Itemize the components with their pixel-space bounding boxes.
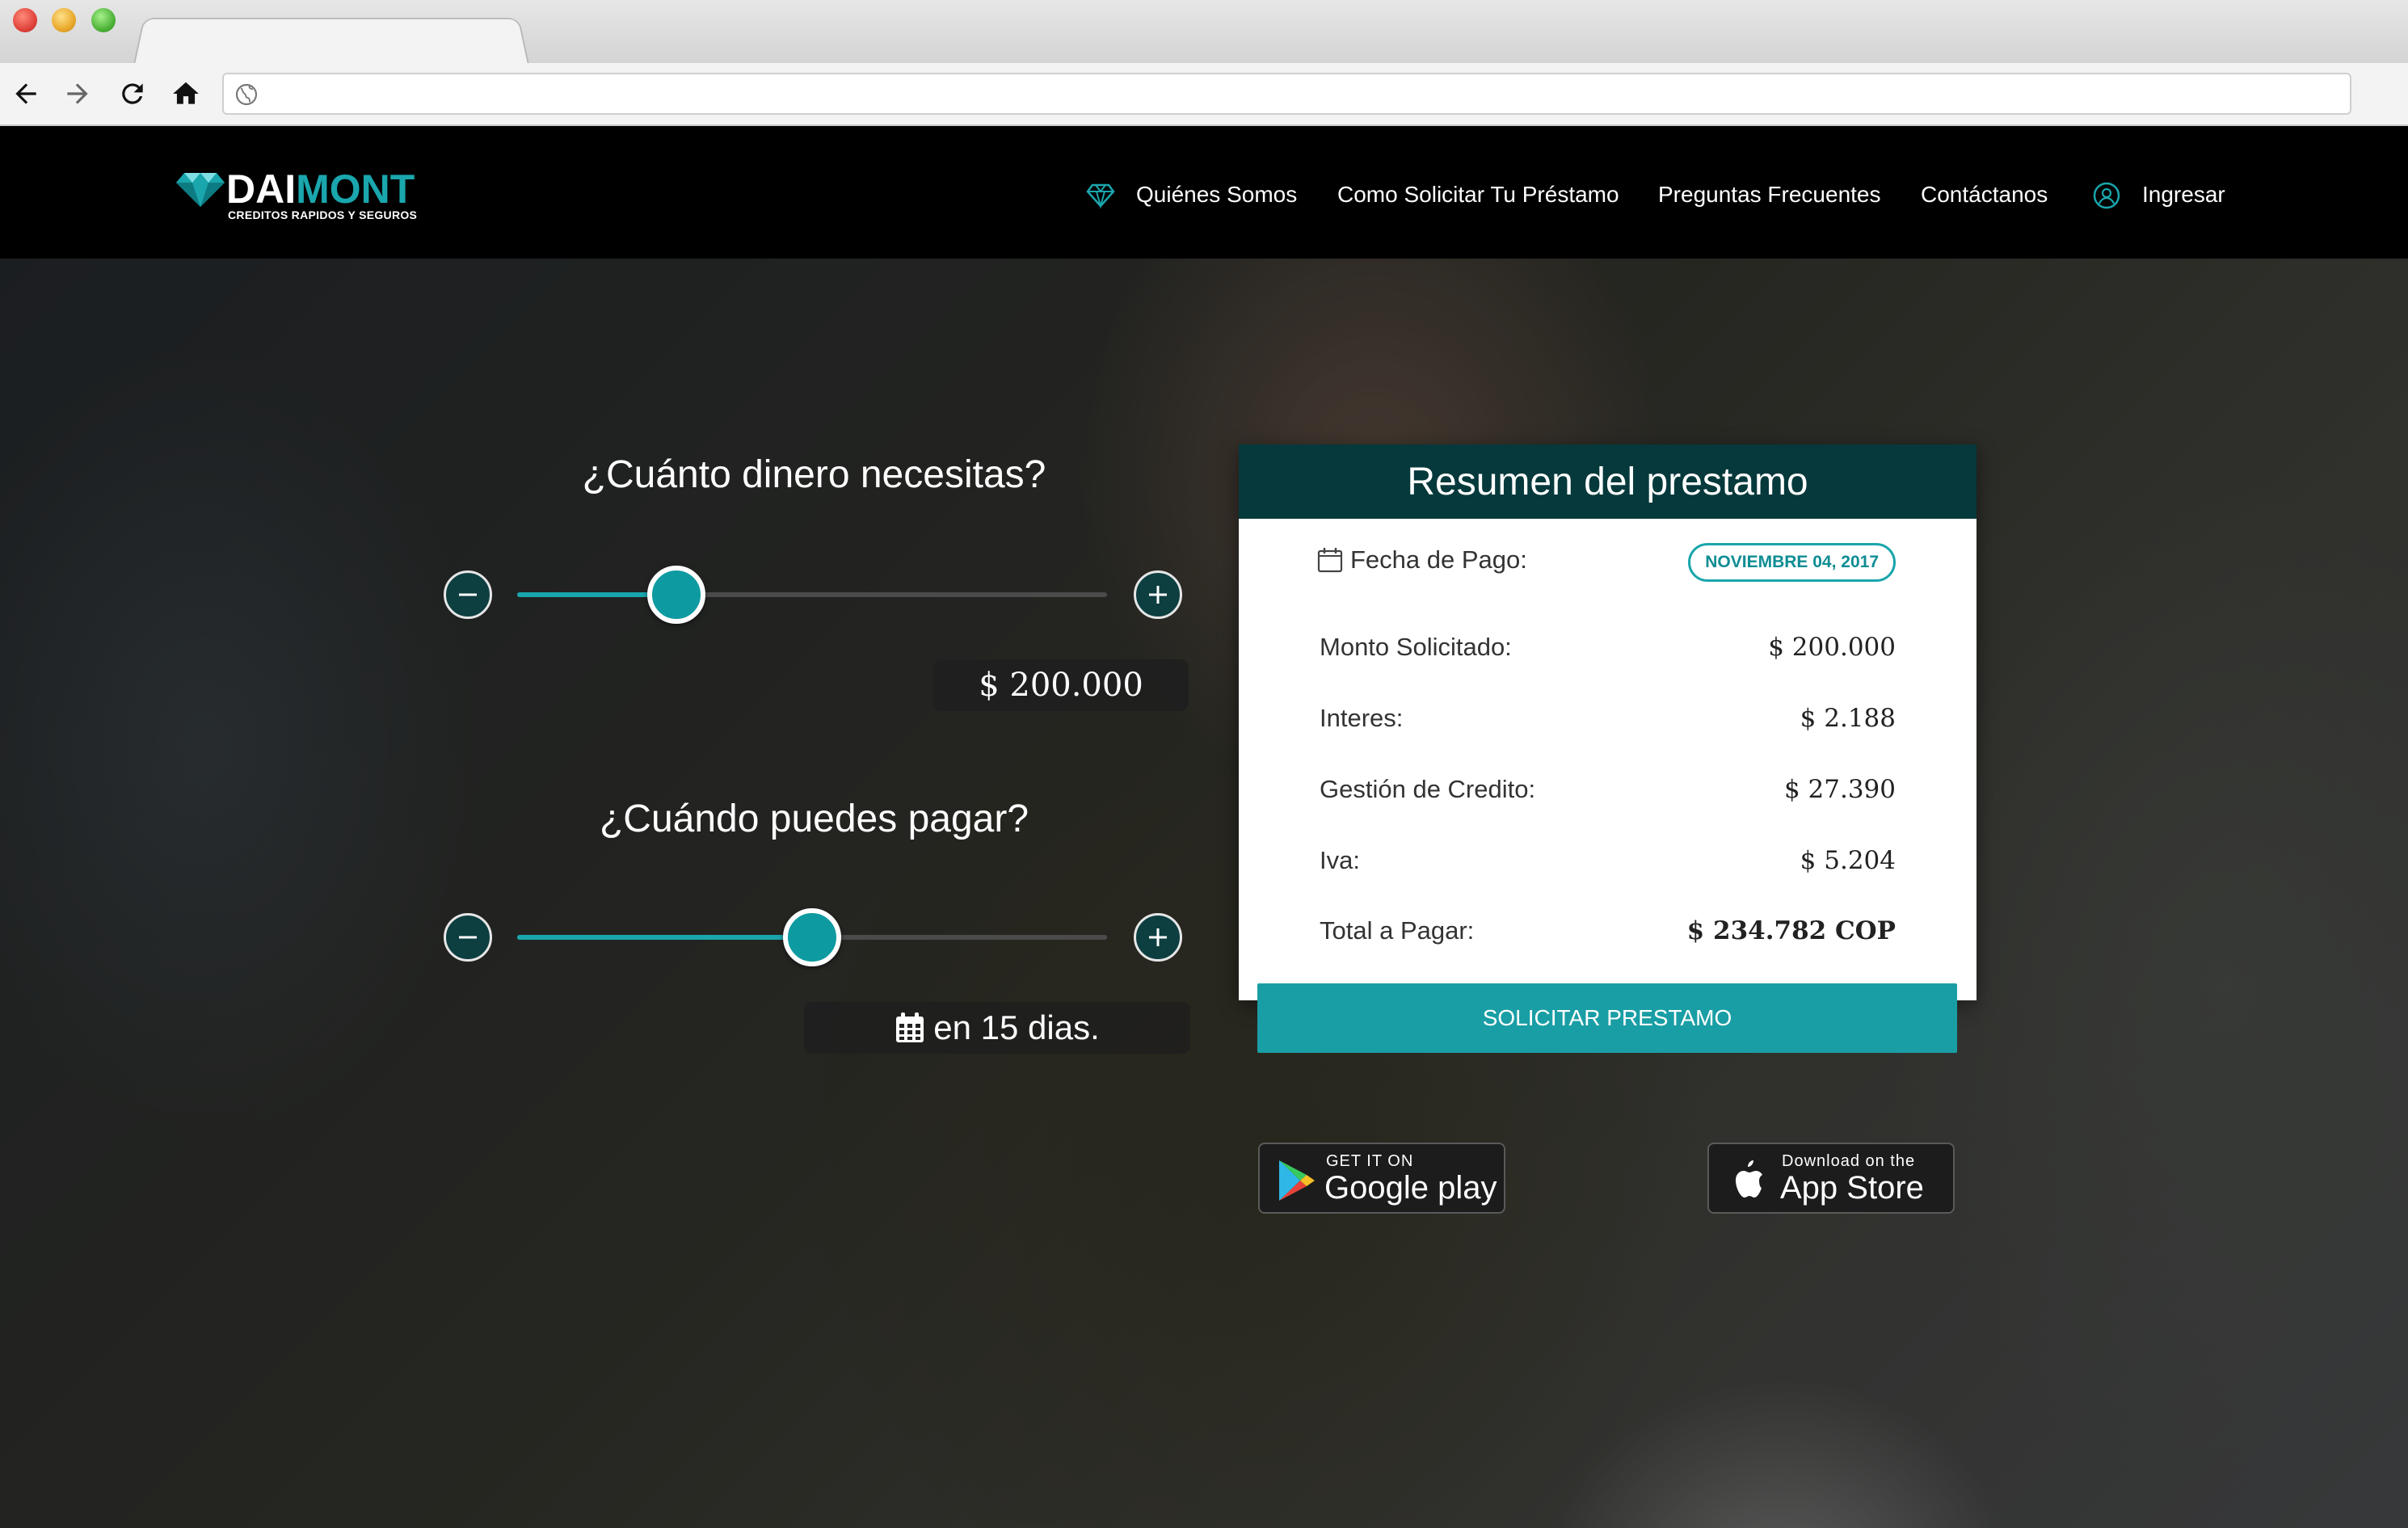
plus-icon [1149, 928, 1167, 946]
row-value: $ 27.390 [1783, 775, 1896, 804]
browser-titlebar [0, 0, 2408, 65]
reload-icon [122, 83, 143, 104]
date-label: Fecha de Pago: [1316, 540, 1527, 580]
term-slider-thumb[interactable] [783, 908, 841, 966]
term-value-text: en 15 dias. [933, 1008, 1100, 1046]
amount-slider-thumb[interactable] [647, 566, 705, 624]
amount-increase-button[interactable] [1134, 570, 1182, 619]
browser-tab[interactable] [133, 18, 529, 65]
summary-title: Resumen del prestamo [1239, 444, 1976, 519]
term-increase-button[interactable] [1134, 913, 1182, 962]
solicitar-prestamo-button[interactable]: SOLICITAR PRESTAMO [1257, 983, 1957, 1053]
row-value: $ 2.188 [1800, 704, 1896, 733]
arrow-right-icon [67, 83, 88, 104]
row-label: Gestión de Credito: [1320, 775, 1536, 803]
term-question: ¿Cuándo puedes pagar? [599, 798, 1029, 840]
globe-icon [235, 83, 258, 106]
total-value: $ 234.782 COP [1686, 916, 1896, 945]
back-button[interactable] [8, 76, 44, 112]
hero-background-image [0, 259, 2408, 1528]
arrow-left-icon [15, 83, 36, 104]
amount-slider-track[interactable] [517, 592, 1107, 597]
row-label: Monto Solicitado: [1320, 633, 1512, 661]
row-label: Total a Pagar: [1320, 916, 1475, 945]
payment-date-badge: NOVIEMBRE 04, 2017 [1688, 543, 1896, 582]
page: DAIMONT CREDITOS RAPIDOS Y SEGUROS Quién… [0, 126, 2408, 1528]
amount-value-text: $ 200.000 [979, 667, 1143, 704]
google-play-large-text: Google play [1324, 1170, 1497, 1206]
summary-row-gestion: Gestión de Credito: $ 27.390 [1239, 769, 1976, 810]
amount-question: ¿Cuánto dinero necesitas? [582, 453, 1046, 496]
nav-ingresar[interactable]: Ingresar [2142, 175, 2225, 215]
nav-contactanos[interactable]: Contáctanos [1921, 175, 2048, 215]
minus-icon [459, 936, 477, 939]
nav-preguntas-frecuentes[interactable]: Preguntas Frecuentes [1658, 175, 1881, 215]
reload-button[interactable] [115, 76, 150, 112]
summary-row-iva: Iva: $ 5.204 [1239, 840, 1976, 881]
row-label: Iva: [1320, 846, 1360, 874]
app-store-badge[interactable]: Download on the App Store [1707, 1143, 1955, 1214]
amount-value-display: $ 200.000 [933, 659, 1189, 711]
address-bar[interactable] [222, 73, 2351, 115]
forward-button[interactable] [60, 76, 95, 112]
main-nav: Quiénes Somos Como Solicitar Tu Préstamo… [0, 175, 2408, 215]
google-play-badge[interactable]: GET IT ON Google play [1258, 1143, 1505, 1214]
row-label: Interes: [1320, 704, 1404, 732]
site-header: DAIMONT CREDITOS RAPIDOS Y SEGUROS Quién… [0, 126, 2408, 259]
calendar-outline-icon [1317, 548, 1343, 573]
term-decrease-button[interactable] [444, 913, 492, 962]
summary-date-row: Fecha de Pago: NOVIEMBRE 04, 2017 [1239, 540, 1976, 582]
summary-row-monto: Monto Solicitado: $ 200.000 [1239, 627, 1976, 667]
loan-summary-card: Resumen del prestamo Fecha de Pago: NOVI… [1239, 444, 1976, 1000]
date-label-text: Fecha de Pago: [1350, 545, 1527, 574]
nav-como-solicitar[interactable]: Como Solicitar Tu Préstamo [1337, 175, 1619, 215]
browser-toolbar [0, 63, 2408, 126]
calendar-icon [896, 1012, 924, 1042]
minus-icon [459, 593, 477, 596]
apple-icon [1736, 1160, 1762, 1198]
diamond-icon [1086, 183, 1115, 209]
home-button[interactable] [168, 76, 204, 112]
amount-decrease-button[interactable] [444, 570, 492, 619]
row-value: $ 5.204 [1800, 846, 1896, 875]
maximize-window-button[interactable] [91, 8, 116, 32]
home-icon [173, 82, 199, 104]
plus-icon [1149, 586, 1167, 604]
google-play-icon [1279, 1160, 1315, 1201]
term-slider-fill [517, 935, 812, 940]
close-window-button[interactable] [13, 8, 37, 32]
google-play-small-text: GET IT ON [1326, 1152, 1414, 1170]
term-value-display: en 15 dias. [804, 1002, 1190, 1054]
user-circle-icon [2093, 182, 2120, 209]
summary-row-interes: Interes: $ 2.188 [1239, 698, 1976, 739]
row-value: $ 200.000 [1768, 633, 1896, 662]
app-store-small-text: Download on the [1782, 1152, 1916, 1170]
app-store-large-text: App Store [1780, 1170, 1924, 1206]
minimize-window-button[interactable] [52, 8, 76, 32]
nav-quienes-somos[interactable]: Quiénes Somos [1136, 175, 1297, 215]
summary-row-total: Total a Pagar: $ 234.782 COP [1239, 911, 1976, 951]
